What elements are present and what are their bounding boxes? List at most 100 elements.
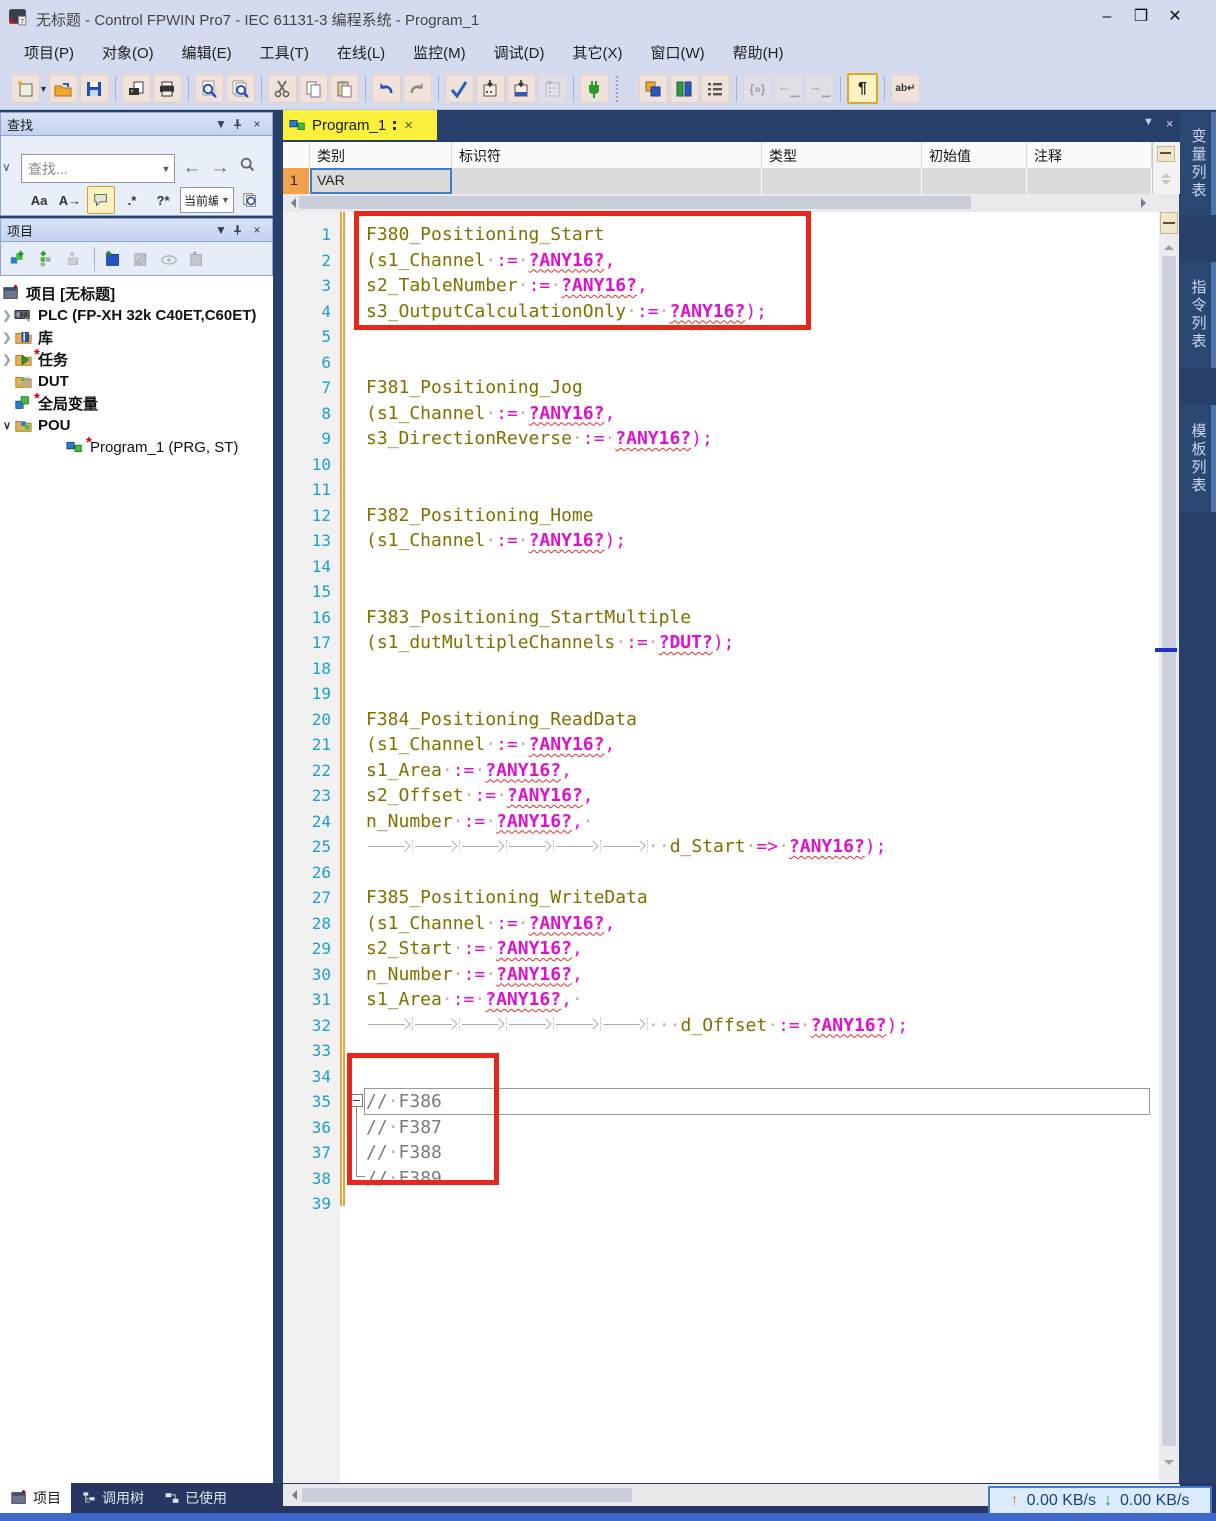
code-line-14[interactable] — [366, 554, 1146, 580]
check-program-icon[interactable] — [445, 74, 474, 103]
grid-cell-2[interactable] — [452, 168, 762, 194]
menu-item-3[interactable]: 编辑(E) — [168, 38, 246, 67]
grid-cell-4[interactable] — [922, 168, 1027, 194]
find-icon[interactable] — [195, 74, 224, 103]
code-line-27[interactable]: F385_Positioning_WriteData — [366, 885, 1146, 911]
code-line-7[interactable]: F381_Positioning_Jog — [366, 375, 1146, 401]
tree-item-7[interactable]: ∨POU — [0, 414, 273, 436]
right-tab-3[interactable]: 模板列表 — [1180, 405, 1216, 512]
grid-cell-3[interactable] — [762, 168, 922, 194]
next-mark-icon[interactable]: →▁ — [805, 74, 834, 103]
chevron-right-icon[interactable]: ❯ — [0, 309, 14, 322]
code-line-16[interactable]: F383_Positioning_StartMultiple — [366, 605, 1146, 631]
split-handle[interactable] — [1160, 212, 1178, 234]
prev-mark-icon[interactable]: ←▁ — [774, 74, 803, 103]
project-panel-close-icon[interactable]: × — [248, 223, 266, 237]
code-line-23[interactable]: s2_Offset·:=·?ANY16?, — [366, 783, 1146, 809]
find-previous-button[interactable]: ← — [179, 154, 205, 181]
search-combobox[interactable]: ▼ — [21, 154, 175, 183]
code-line-25[interactable]: ··d_Start·=>·?ANY16?); — [366, 834, 1146, 860]
compile-errors-icon[interactable] — [538, 74, 567, 103]
code-line-13[interactable]: (s1_Channel·:=·?ANY16?); — [366, 528, 1146, 554]
code-line-12[interactable]: F382_Positioning_Home — [366, 503, 1146, 529]
tree-item-8[interactable]: *Program_1 (PRG, ST) — [0, 436, 273, 458]
tree-item-4[interactable]: ❯*任务 — [0, 348, 273, 370]
word-wrap-icon[interactable]: ab↵ — [891, 74, 920, 103]
code-line-28[interactable]: (s1_Channel·:=·?ANY16?, — [366, 911, 1146, 937]
wildcard-toggle[interactable]: ?* — [149, 186, 177, 214]
code-line-6[interactable] — [366, 350, 1146, 376]
menu-item-7[interactable]: 调试(D) — [480, 38, 559, 67]
menu-item-6[interactable]: 监控(M) — [399, 38, 480, 67]
project-panel-menu-icon[interactable]: ▼ — [212, 223, 230, 237]
code-line-15[interactable] — [366, 579, 1146, 605]
code-line-31[interactable]: s1_Area·:=·?ANY16?,· — [366, 987, 1146, 1013]
code-line-19[interactable] — [366, 681, 1146, 707]
code-line-26[interactable] — [366, 860, 1146, 886]
close-button[interactable]: ✕ — [1158, 4, 1192, 30]
combo-dropdown-icon[interactable]: ▼ — [158, 164, 174, 174]
new-window-icon[interactable] — [100, 246, 126, 272]
insert-braces-icon[interactable]: {»} — [743, 74, 772, 103]
chevron-down-icon[interactable]: ∨ — [0, 419, 14, 432]
tab-program-1[interactable]: Program_1 × — [283, 110, 437, 140]
maximize-button[interactable]: ❒ — [1124, 4, 1158, 30]
remove-icon[interactable] — [184, 246, 210, 272]
find-in-project-icon[interactable] — [226, 74, 255, 103]
new-document-dropdown-icon[interactable]: ▼ — [39, 84, 48, 94]
code-line-8[interactable]: (s1_Channel·:=·?ANY16?, — [366, 401, 1146, 427]
vscroll-thumb[interactable] — [1162, 256, 1176, 1446]
add-dut-icon[interactable] — [33, 246, 59, 272]
bottom-tab-3[interactable]: 已使用 — [154, 1483, 237, 1513]
menu-item-1[interactable]: 项目(P) — [10, 38, 88, 67]
search-input[interactable] — [22, 161, 158, 177]
cascade-windows-icon[interactable] — [639, 74, 668, 103]
menu-item-10[interactable]: 帮助(H) — [719, 38, 798, 67]
tree-item-3[interactable]: ❯库 — [0, 326, 273, 348]
paste-icon[interactable] — [330, 74, 359, 103]
new-document-icon[interactable] — [11, 74, 40, 103]
match-case-toggle[interactable]: Aa — [25, 186, 53, 214]
window-list-icon[interactable] — [701, 74, 730, 103]
tree-item-5[interactable]: DUT — [0, 370, 273, 392]
menu-item-9[interactable]: 窗口(W) — [637, 38, 719, 67]
code-line-20[interactable]: F384_Positioning_ReadData — [366, 707, 1146, 733]
code-line-17[interactable]: (s1_dutMultipleChannels·:=·?DUT?); — [366, 630, 1146, 656]
tab-list-dropdown-icon[interactable]: ▼ — [1143, 116, 1154, 131]
tile-windows-icon[interactable] — [670, 74, 699, 103]
match-similar-toggle[interactable]: A→ — [56, 186, 84, 214]
online-mode-icon[interactable] — [580, 74, 609, 103]
code-line-39[interactable] — [366, 1191, 1146, 1217]
code-line-24[interactable]: n_Number·:=·?ANY16?,· — [366, 809, 1146, 835]
tab-close-icon[interactable]: × — [404, 117, 413, 134]
menu-item-2[interactable]: 对象(O) — [88, 38, 168, 67]
code-line-9[interactable]: s3_DirectionReverse·:=·?ANY16?); — [366, 426, 1146, 452]
variable-grid-splitter[interactable] — [1152, 142, 1180, 194]
chevron-right-icon[interactable]: ❯ — [0, 353, 14, 366]
tabbar-close-icon[interactable]: × — [1166, 116, 1174, 131]
regex-toggle[interactable]: .* — [118, 186, 146, 214]
search-all-windows-icon[interactable] — [237, 186, 265, 214]
menu-item-8[interactable]: 其它(X) — [559, 38, 637, 67]
copy-icon[interactable] — [299, 74, 328, 103]
bottom-tab-1[interactable]: 项目 — [0, 1483, 71, 1513]
code-line-18[interactable] — [366, 656, 1146, 682]
code-line-30[interactable]: n_Number·:=·?ANY16?, — [366, 962, 1146, 988]
chevron-down-icon[interactable]: ∨ — [2, 160, 11, 174]
variable-grid-hscrollbar[interactable] — [283, 194, 1179, 212]
project-panel-pin-icon[interactable] — [230, 223, 248, 238]
compile-icon[interactable] — [476, 74, 505, 103]
redo-icon[interactable] — [403, 74, 432, 103]
cut-icon[interactable] — [268, 74, 297, 103]
code-line-10[interactable] — [366, 452, 1146, 478]
edit-icon[interactable] — [128, 246, 154, 272]
add-pou-icon[interactable] — [5, 246, 31, 272]
chevron-right-icon[interactable]: ❯ — [0, 331, 14, 344]
tree-item-6[interactable]: *全局变量 — [0, 392, 273, 414]
right-tab-2[interactable]: 指令列表 — [1180, 262, 1216, 368]
open-project-icon[interactable] — [49, 74, 78, 103]
code-line-21[interactable]: (s1_Channel·:=·?ANY16?, — [366, 732, 1146, 758]
menu-item-4[interactable]: 工具(T) — [246, 38, 323, 67]
show-whitespace-icon[interactable]: ¶ — [847, 73, 878, 104]
search-icon[interactable] — [239, 156, 257, 174]
